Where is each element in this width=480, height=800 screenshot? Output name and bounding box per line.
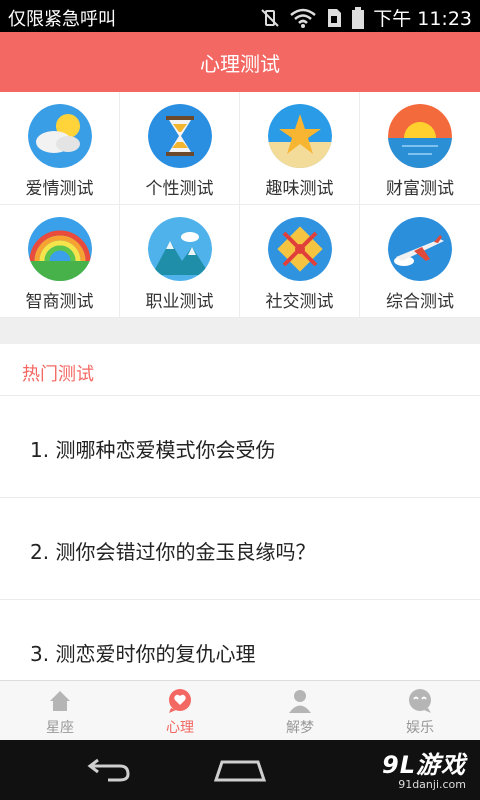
category-fun[interactable]: 趣味测试 — [240, 92, 360, 205]
category-social[interactable]: 社交测试 — [240, 205, 360, 318]
app-header: 心理测试 — [0, 32, 480, 92]
back-icon[interactable] — [78, 752, 138, 788]
hot-test-title: 2. 测你会错过你的金玉良缘吗？ — [30, 540, 316, 564]
category-label: 智商测试 — [25, 292, 94, 312]
hot-test-title: 1. 测哪种恋爱模式你会受伤 — [30, 438, 276, 462]
screen: 仅限紧急呼叫 下午 11:23 心理测试 爱情测试 个性测试 趣味测试 财富测试… — [0, 0, 480, 800]
cloud-sun-icon — [27, 104, 92, 168]
hot-section-header: 热门测试 — [0, 344, 480, 396]
heart-bubble-icon — [169, 689, 191, 713]
sunset-icon — [388, 104, 452, 168]
clock: 下午 11:23 — [373, 8, 472, 30]
bottom-tab-bar: 星座 心理 解梦 娱乐 — [0, 680, 480, 740]
category-label: 个性测试 — [145, 179, 214, 199]
hot-test-item-1[interactable]: 1. 测哪种恋爱模式你会受伤 — [0, 396, 480, 498]
section-divider — [0, 318, 480, 344]
person-icon — [289, 690, 311, 713]
category-label: 综合测试 — [386, 292, 454, 312]
gift-icon — [267, 217, 332, 281]
carrier-text: 仅限紧急呼叫 — [8, 9, 116, 30]
tab-label: 娱乐 — [406, 720, 434, 736]
hourglass-icon — [147, 104, 212, 168]
watermark-brand: 9L游戏 — [382, 751, 466, 779]
category-comprehensive[interactable]: 综合测试 — [360, 205, 480, 318]
vibrate-mute-icon — [261, 8, 279, 27]
battery-icon — [352, 6, 365, 29]
smiley-bubble-icon — [409, 689, 431, 713]
category-grid: 爱情测试 个性测试 趣味测试 财富测试 智商测试 职业测试 社交测试 综合测试 — [0, 92, 480, 318]
tab-label: 星座 — [46, 720, 74, 736]
tab-psychology[interactable]: 心理 — [120, 681, 240, 741]
status-bar: 仅限紧急呼叫 下午 11:23 — [0, 0, 480, 32]
sim-icon — [328, 8, 342, 27]
category-wealth[interactable]: 财富测试 — [360, 92, 480, 205]
hot-section-title: 热门测试 — [22, 364, 94, 385]
hot-test-item-2[interactable]: 2. 测你会错过你的金玉良缘吗？ — [0, 498, 480, 600]
house-icon — [50, 691, 70, 711]
page-title: 心理测试 — [200, 51, 280, 76]
mountain-icon — [147, 217, 212, 281]
category-label: 社交测试 — [265, 292, 334, 312]
category-label: 职业测试 — [145, 292, 214, 312]
hot-test-item-3[interactable]: 3. 测恋爱时你的复仇心理 — [0, 600, 480, 680]
category-label: 财富测试 — [386, 179, 454, 199]
category-career[interactable]: 职业测试 — [120, 205, 240, 318]
tab-label: 解梦 — [286, 720, 314, 736]
starfish-icon — [267, 104, 332, 168]
rainbow-icon — [27, 217, 92, 281]
category-label: 趣味测试 — [265, 179, 334, 199]
category-love[interactable]: 爱情测试 — [0, 92, 120, 205]
watermark: 9L游戏 91danji.com — [382, 745, 466, 791]
tab-label: 心理 — [166, 720, 194, 736]
category-iq[interactable]: 智商测试 — [0, 205, 120, 318]
airplane-icon — [388, 217, 452, 281]
status-icons: 下午 11:23 — [259, 4, 472, 31]
hot-test-title: 3. 测恋爱时你的复仇心理 — [30, 642, 256, 666]
tab-dream[interactable]: 解梦 — [240, 681, 360, 741]
category-label: 爱情测试 — [25, 179, 94, 199]
wifi-icon — [290, 8, 317, 28]
tab-constellation[interactable]: 星座 — [0, 681, 120, 741]
home-icon[interactable] — [210, 752, 270, 788]
tab-entertainment[interactable]: 娱乐 — [360, 681, 480, 741]
category-personality[interactable]: 个性测试 — [120, 92, 240, 205]
